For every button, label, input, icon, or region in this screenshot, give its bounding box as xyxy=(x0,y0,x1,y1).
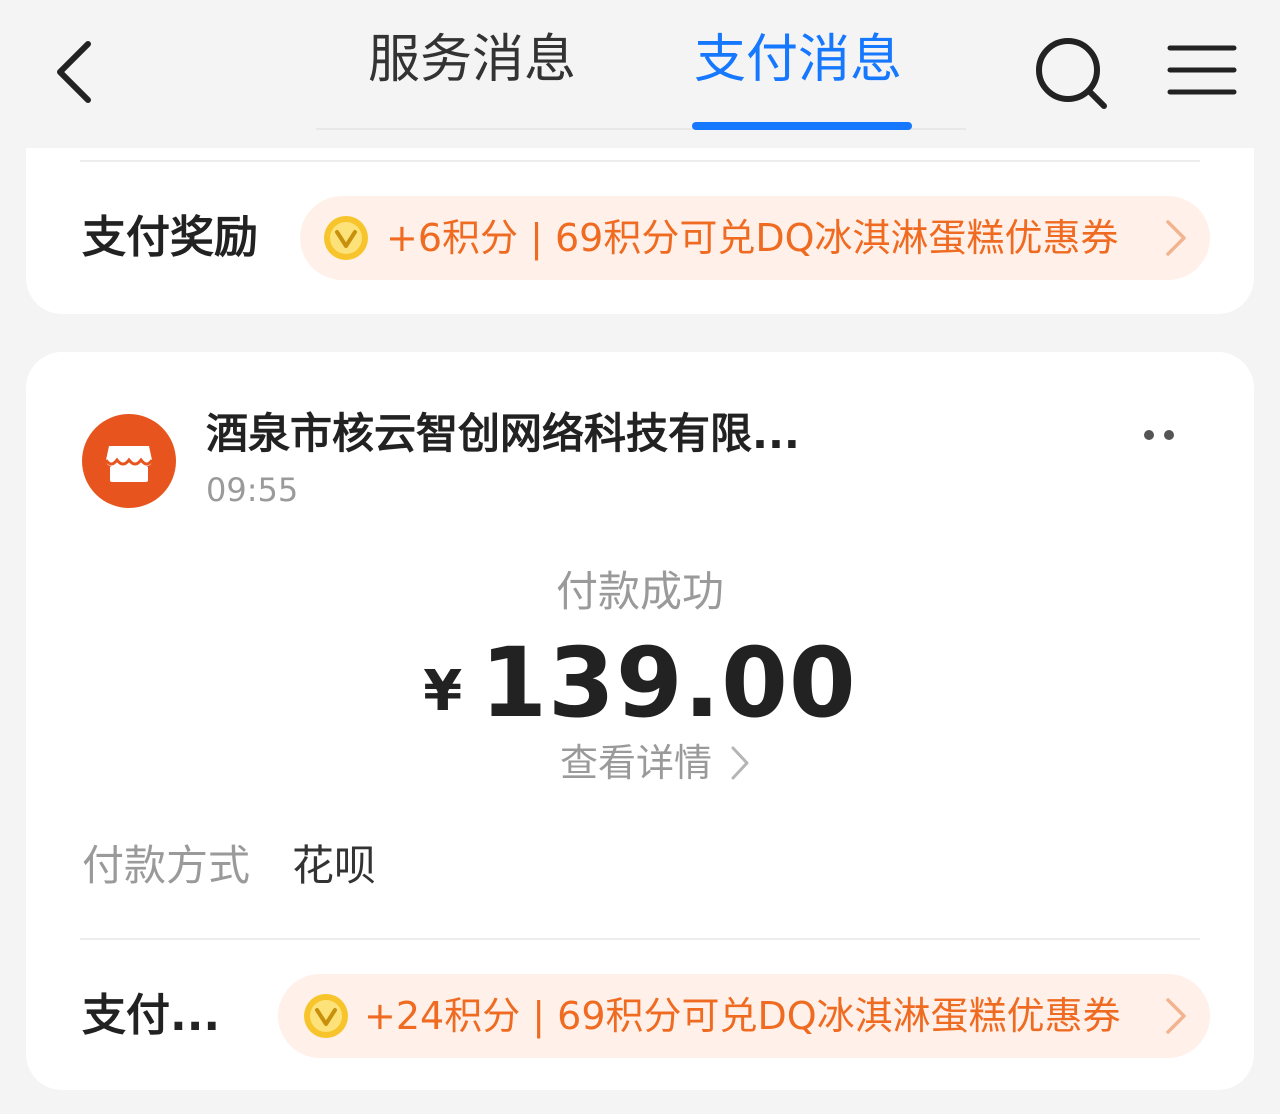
view-details-link[interactable]: 查看详情 xyxy=(560,738,712,788)
store-icon xyxy=(104,446,154,482)
chevron-right-icon xyxy=(731,746,749,780)
merchant-name[interactable]: 酒泉市核云智创网络科技有限... xyxy=(206,406,800,462)
menu-button[interactable] xyxy=(1166,40,1238,100)
tab-payment-messages[interactable]: 支付消息 xyxy=(694,28,902,92)
chevron-left-icon xyxy=(57,41,91,103)
reward-label: 支付... xyxy=(82,990,221,1041)
payment-method-value: 花呗 xyxy=(292,841,377,890)
reward-pill[interactable]: +24积分 | 69积分可兑DQ冰淇淋蛋糕优惠券 xyxy=(278,974,1210,1058)
search-button[interactable] xyxy=(1030,34,1110,114)
payment-message-card: 酒泉市核云智创网络科技有限... 09:55 付款成功 ¥139.00 查看详情… xyxy=(26,352,1254,1090)
payment-method-label: 付款方式 xyxy=(82,841,251,890)
chevron-right-icon xyxy=(1166,220,1186,256)
tab-service-messages[interactable]: 服务消息 xyxy=(368,28,576,92)
card-divider xyxy=(80,160,1200,162)
card-divider xyxy=(80,938,1200,940)
previous-payment-card: 支付奖励 +6积分 | 69积分可兑DQ冰淇淋蛋糕优惠券 xyxy=(26,148,1254,314)
top-bar: 服务消息 支付消息 xyxy=(0,0,1280,148)
reward-pill[interactable]: +6积分 | 69积分可兑DQ冰淇淋蛋糕优惠券 xyxy=(300,196,1210,280)
coin-icon xyxy=(324,216,368,260)
amount-value: 139.00 xyxy=(480,627,857,739)
coin-icon xyxy=(304,994,348,1038)
menu-icon xyxy=(1167,45,1237,95)
reward-label: 支付奖励 xyxy=(82,212,258,263)
merchant-avatar[interactable] xyxy=(82,414,176,508)
search-icon xyxy=(1036,38,1107,109)
payment-status: 付款成功 xyxy=(555,567,724,616)
back-button[interactable] xyxy=(46,36,116,106)
message-time: 09:55 xyxy=(206,471,299,509)
currency-symbol: ¥ xyxy=(423,659,463,724)
more-dots-icon[interactable] xyxy=(1142,428,1176,442)
active-tab-indicator xyxy=(692,122,912,130)
chevron-right-icon xyxy=(1166,998,1186,1034)
reward-text: +6积分 | 69积分可兑DQ冰淇淋蛋糕优惠券 xyxy=(386,216,1119,260)
reward-text: +24积分 | 69积分可兑DQ冰淇淋蛋糕优惠券 xyxy=(364,994,1121,1038)
